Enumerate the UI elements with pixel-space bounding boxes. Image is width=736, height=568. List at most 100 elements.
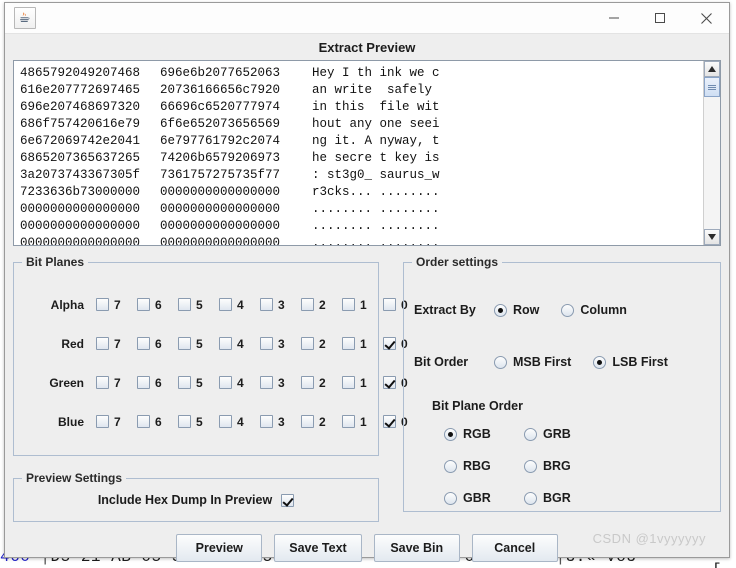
hex-column-2: 0000000000000000 xyxy=(160,236,281,245)
bit-cell-alpha-5[interactable]: 5 xyxy=(178,298,219,312)
checkbox-red-bit-3[interactable] xyxy=(260,337,273,350)
bit-plane-order-option-rbg[interactable]: RBG xyxy=(444,459,524,473)
include-hex-dump-row[interactable]: Include Hex Dump In Preview xyxy=(14,479,378,521)
bit-cell-blue-3[interactable]: 3 xyxy=(260,415,301,429)
bit-plane-order-option-rgb[interactable]: RGB xyxy=(444,427,524,441)
checkbox-blue-bit-3[interactable] xyxy=(260,415,273,428)
checkbox-blue-bit-2[interactable] xyxy=(301,415,314,428)
bit-checkbox-group: 76543210 xyxy=(96,298,424,312)
bit-plane-order-option-bgr[interactable]: BGR xyxy=(524,491,604,505)
bit-cell-alpha-1[interactable]: 1 xyxy=(342,298,383,312)
checkbox-red-bit-7[interactable] xyxy=(96,337,109,350)
bit-cell-blue-4[interactable]: 4 xyxy=(219,415,260,429)
bit-cell-alpha-6[interactable]: 6 xyxy=(137,298,178,312)
checkbox-alpha-bit-3[interactable] xyxy=(260,298,273,311)
checkbox-alpha-bit-7[interactable] xyxy=(96,298,109,311)
scroll-down-arrow-icon[interactable] xyxy=(704,229,720,245)
bit-cell-alpha-3[interactable]: 3 xyxy=(260,298,301,312)
bit-plane-order-option-grb[interactable]: GRB xyxy=(524,427,604,441)
radio-grb[interactable] xyxy=(524,427,537,441)
checkbox-alpha-bit-6[interactable] xyxy=(137,298,150,311)
checkbox-blue-bit-6[interactable] xyxy=(137,415,150,428)
scrollbar-track[interactable] xyxy=(704,77,720,229)
bit-cell-red-1[interactable]: 1 xyxy=(342,337,383,351)
checkbox-red-bit-1[interactable] xyxy=(342,337,355,350)
bit-number-label: 6 xyxy=(155,336,162,351)
bit-order-option-msb-first[interactable]: MSB First xyxy=(494,355,571,369)
checkbox-red-bit-4[interactable] xyxy=(219,337,232,350)
bit-cell-red-4[interactable]: 4 xyxy=(219,337,260,351)
bit-cell-green-5[interactable]: 5 xyxy=(178,376,219,390)
checkbox-red-bit-6[interactable] xyxy=(137,337,150,350)
bit-cell-alpha-4[interactable]: 4 xyxy=(219,298,260,312)
bit-cell-green-2[interactable]: 2 xyxy=(301,376,342,390)
scroll-up-arrow-icon[interactable] xyxy=(704,61,720,77)
bit-cell-red-5[interactable]: 5 xyxy=(178,337,219,351)
bit-cell-green-4[interactable]: 4 xyxy=(219,376,260,390)
checkbox-alpha-bit-5[interactable] xyxy=(178,298,191,311)
cancel-button[interactable]: Cancel xyxy=(471,534,558,562)
bit-order-options[interactable]: MSB First LSB First xyxy=(494,355,668,369)
bit-order-option-lsb-first[interactable]: LSB First xyxy=(593,355,668,369)
radio-bgr[interactable] xyxy=(524,491,537,505)
maximize-button[interactable] xyxy=(637,4,683,33)
checkbox-blue-bit-4[interactable] xyxy=(219,415,232,428)
checkbox-green-bit-5[interactable] xyxy=(178,376,191,389)
hex-preview-textarea[interactable]: 4865792049207468 696e6b2077652063 Hey I th… xyxy=(13,60,721,246)
radio-msb-first[interactable] xyxy=(494,355,507,369)
bit-number-label: 7 xyxy=(114,297,121,312)
checkbox-red-bit-5[interactable] xyxy=(178,337,191,350)
extract-by-option-column[interactable]: Column xyxy=(561,303,627,317)
save-bin-button[interactable]: Save Bin xyxy=(373,534,460,562)
checkbox-blue-bit-5[interactable] xyxy=(178,415,191,428)
bit-cell-blue-5[interactable]: 5 xyxy=(178,415,219,429)
extract-by-option-row[interactable]: Row xyxy=(494,303,539,317)
checkbox-alpha-bit-2[interactable] xyxy=(301,298,314,311)
checkbox-blue-bit-7[interactable] xyxy=(96,415,109,428)
radio-gbr[interactable] xyxy=(444,491,457,505)
bit-cell-green-1[interactable]: 1 xyxy=(342,376,383,390)
bit-cell-red-7[interactable]: 7 xyxy=(96,337,137,351)
checkbox-red-bit-2[interactable] xyxy=(301,337,314,350)
bit-plane-order-option-gbr[interactable]: GBR xyxy=(444,491,524,505)
bit-cell-red-3[interactable]: 3 xyxy=(260,337,301,351)
bit-cell-alpha-2[interactable]: 2 xyxy=(301,298,342,312)
checkbox-green-bit-4[interactable] xyxy=(219,376,232,389)
hex-preview-content[interactable]: 4865792049207468 696e6b2077652063 Hey I th… xyxy=(14,61,703,245)
checkbox-alpha-bit-4[interactable] xyxy=(219,298,232,311)
radio-row[interactable] xyxy=(494,303,507,317)
bit-cell-green-3[interactable]: 3 xyxy=(260,376,301,390)
checkbox-green-bit-6[interactable] xyxy=(137,376,150,389)
scrollbar-thumb[interactable] xyxy=(704,77,720,97)
save-text-button[interactable]: Save Text xyxy=(274,534,362,562)
bit-cell-blue-1[interactable]: 1 xyxy=(342,415,383,429)
checkbox-blue-bit-1[interactable] xyxy=(342,415,355,428)
radio-brg[interactable] xyxy=(524,459,537,473)
bit-cell-blue-2[interactable]: 2 xyxy=(301,415,342,429)
bit-cell-blue-6[interactable]: 6 xyxy=(137,415,178,429)
bit-cell-green-7[interactable]: 7 xyxy=(96,376,137,390)
checkbox-green-bit-3[interactable] xyxy=(260,376,273,389)
bit-cell-red-6[interactable]: 6 xyxy=(137,337,178,351)
bit-number-label: 7 xyxy=(114,414,121,429)
hex-preview-scrollbar[interactable] xyxy=(703,61,720,245)
preview-button[interactable]: Preview xyxy=(176,534,263,562)
bit-cell-blue-7[interactable]: 7 xyxy=(96,415,137,429)
checkbox-green-bit-2[interactable] xyxy=(301,376,314,389)
bit-cell-red-2[interactable]: 2 xyxy=(301,337,342,351)
radio-lsb-first[interactable] xyxy=(593,355,607,369)
radio-rgb[interactable] xyxy=(444,427,457,441)
checkbox-green-bit-7[interactable] xyxy=(96,376,109,389)
radio-rbg[interactable] xyxy=(444,459,457,473)
close-button[interactable] xyxy=(683,4,729,33)
bit-cell-alpha-7[interactable]: 7 xyxy=(96,298,137,312)
checkbox-green-bit-1[interactable] xyxy=(342,376,355,389)
bit-plane-order-option-brg[interactable]: BRG xyxy=(524,459,604,473)
checkbox-alpha-bit-1[interactable] xyxy=(342,298,355,311)
extract-by-options[interactable]: Row Column xyxy=(494,303,627,317)
bit-cell-green-6[interactable]: 6 xyxy=(137,376,178,390)
include-hex-dump-checkbox[interactable] xyxy=(281,493,295,507)
minimize-button[interactable] xyxy=(591,4,637,33)
radio-column[interactable] xyxy=(561,303,575,317)
bit-plane-order-options[interactable]: RGB GRB RBG BRG GBR BGR xyxy=(444,427,710,505)
